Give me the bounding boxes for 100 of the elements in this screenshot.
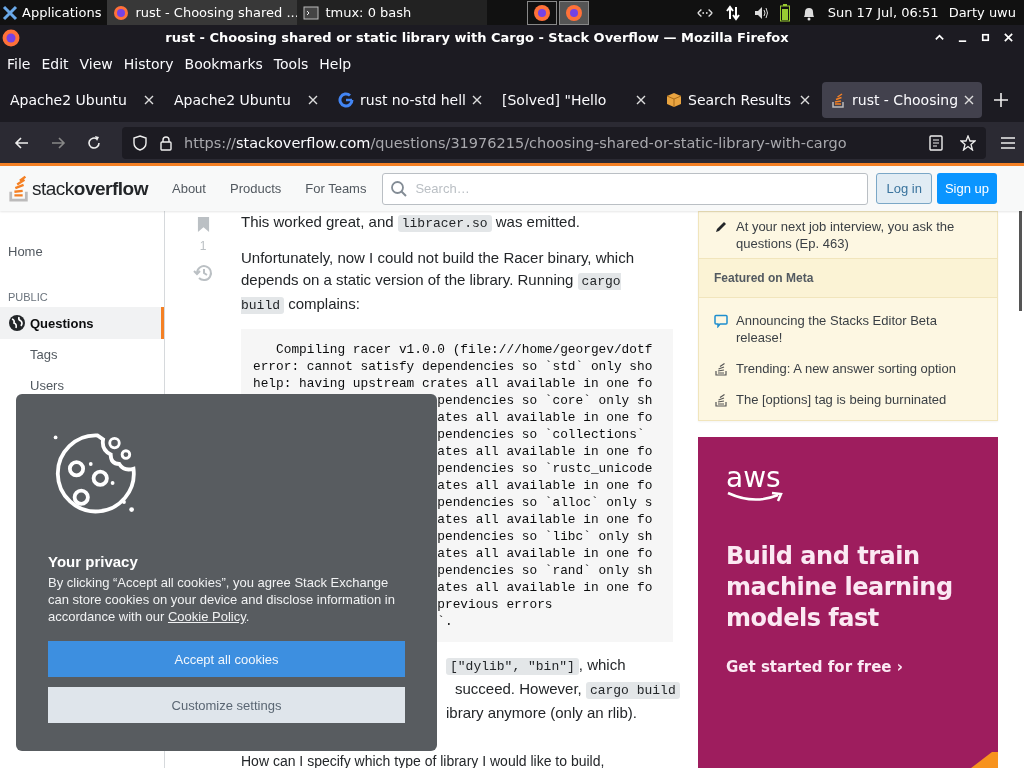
stack-logo-icon [8, 174, 30, 203]
smile-arrow-icon [726, 491, 786, 503]
search-icon [390, 179, 409, 198]
login-button[interactable]: Log in [876, 173, 932, 204]
menu-icon[interactable] [1000, 134, 1016, 151]
code-line: previous errors [437, 597, 553, 612]
paragraph-line: ibrary anymore (only an rlib). [446, 704, 637, 721]
dialog-text: By clicking “Accept all cookies”, you agree Stack Exchange can store cookies on your device and disclose information in accordance with our Cookie Policy. [48, 574, 396, 625]
x-logo-icon [2, 4, 18, 21]
reload-icon[interactable] [86, 134, 102, 151]
taskbar-window[interactable]: rust - Choosing shared ... [107, 0, 298, 25]
reader-view-icon[interactable] [928, 134, 944, 151]
code-line: pendencies so `rand` only sh [437, 563, 653, 578]
forward-arrow-icon[interactable] [50, 134, 66, 151]
restore-icon[interactable] [980, 32, 991, 43]
terminal-icon [303, 4, 320, 21]
meta-link[interactable]: Trending: A new answer sorting option [736, 360, 956, 377]
maximize-caret-icon[interactable] [934, 32, 945, 43]
code-line: ates all available in one fo [437, 512, 653, 527]
firefox-icon [113, 4, 130, 21]
battery-icon[interactable] [779, 3, 790, 22]
close-tab-icon[interactable] [800, 94, 810, 105]
close-tab-icon[interactable] [636, 94, 646, 105]
pencil-icon [714, 220, 728, 234]
menu-item[interactable]: History [116, 55, 178, 72]
bookmark-star-icon[interactable] [960, 134, 976, 151]
scrollbar-thumb[interactable] [1019, 211, 1022, 311]
browser-tab[interactable]: [Solved] "Hello [494, 81, 654, 118]
nav-item[interactable]: Tags [0, 339, 164, 370]
browser-tab[interactable]: Apache2 Ubuntu [2, 81, 162, 118]
widget-heading: Featured on Meta [699, 258, 997, 298]
paragraph: This worked great, and libracer.so was emitted. [241, 212, 581, 234]
google-g-icon [338, 91, 354, 108]
user-name[interactable]: Darty uwu [948, 5, 1016, 20]
bookmark-count: 1 [199, 239, 207, 253]
address-bar[interactable]: https://stackoverflow.com/questions/31976215/choosing-shared-or-static-library-with-cargo [122, 126, 986, 159]
url-text: https://stackoverflow.com/questions/31976215/choosing-shared-or-static-library-with-cargo [184, 134, 847, 151]
clock[interactable]: Sun 17 Jul, 06:51 [827, 5, 939, 20]
close-tab-icon[interactable] [144, 94, 154, 105]
browser-tab[interactable]: rust - Choosing [822, 81, 982, 118]
customize-settings-button[interactable]: Customize settings [48, 687, 405, 723]
nav-link[interactable]: For Teams [293, 181, 379, 196]
firefox-launcher-icon[interactable] [527, 0, 558, 25]
lock-icon[interactable] [158, 134, 174, 151]
menu-item[interactable]: View [72, 55, 117, 72]
browser-tab[interactable]: Search Results [658, 81, 818, 118]
nav-item[interactable]: Questions [0, 307, 164, 339]
menu-item[interactable]: File [0, 55, 35, 72]
menu-item[interactable]: Help [312, 55, 356, 72]
applications-menu[interactable]: Applications [0, 4, 108, 21]
new-tab-icon[interactable] [994, 92, 1008, 107]
close-tab-icon[interactable] [472, 94, 482, 105]
code-line: ates all available in one fo [437, 410, 653, 425]
browser-tab[interactable]: Apache2 Ubuntu [166, 81, 326, 118]
section-heading: PUBLIC [7, 290, 49, 305]
stack-logo-icon [714, 393, 728, 407]
blog-link[interactable]: At your next job interview, you ask the questions (Ep. 463) [736, 218, 982, 252]
nav-link[interactable]: About [160, 181, 218, 196]
browser-tab[interactable]: rust no-std hell [330, 81, 490, 118]
nav-link[interactable]: Products [217, 181, 294, 196]
nav-item[interactable]: Home [0, 211, 164, 267]
search-field[interactable]: Search… [382, 172, 869, 205]
code-line: ates all available in one fo [437, 546, 653, 561]
meta-link[interactable]: Announcing the Stacks Editor Beta release! [736, 312, 982, 346]
back-arrow-icon[interactable] [14, 134, 30, 151]
code-line: help: having upstream crates all available in one fo [253, 376, 653, 391]
paragraph-line: ["dylib", "bin"] , which [446, 656, 626, 673]
window-title: rust - Choosing shared or static library with Cargo - Stack Overflow — Mozilla Firefox [164, 30, 790, 45]
code-line: `. [437, 614, 453, 629]
meta-link[interactable]: The [options] tag is being burninated [736, 391, 947, 408]
shield-icon[interactable] [132, 134, 148, 151]
chat-bubble-icon [714, 314, 728, 328]
code-line: ates all available in one fo [437, 478, 653, 493]
dialog-title: Your privacy [48, 553, 138, 570]
menu-item[interactable]: Edit [34, 55, 73, 72]
code-line: pendencies so `libc` only sh [437, 529, 653, 544]
close-icon[interactable] [1003, 32, 1014, 43]
stack-logo-icon [714, 362, 728, 376]
code-line: ates all available in one fo [437, 580, 653, 595]
cookie-policy-link[interactable]: Cookie Policy [167, 609, 246, 624]
code-line: pendencies so `collections` [437, 427, 645, 442]
code-line: Compiling racer v1.0.0 (file:///home/georgev/dotf [275, 342, 653, 357]
ad-link[interactable]: Get started for free › [726, 658, 903, 676]
code-line: pendencies so `rustc_unicode [437, 461, 653, 476]
close-tab-icon[interactable] [308, 94, 318, 105]
paragraph-line: succeed. However, cargo build [455, 680, 680, 697]
package-icon [666, 91, 682, 108]
site-logo[interactable]: stackoverflow [8, 174, 148, 203]
paragraph: How can I specify which type of library I would like to build, [241, 754, 606, 768]
firefox-icon [2, 28, 20, 47]
menu-item[interactable]: Bookmarks [177, 55, 267, 72]
code-line: pendencies so `core` only sh [437, 393, 653, 408]
ad-headline: Build and train machine learning models fast [726, 541, 954, 634]
close-tab-icon[interactable] [964, 94, 975, 105]
code-line: pendencies so `alloc` only s [437, 495, 653, 510]
taskbar-window[interactable]: tmux: 0 bash [297, 0, 488, 25]
aws-logo: aws [726, 465, 786, 503]
transfer-arrows-icon[interactable] [723, 4, 742, 21]
firefox-launcher-icon[interactable] [559, 0, 590, 25]
menu-item[interactable]: Tools [266, 55, 313, 72]
